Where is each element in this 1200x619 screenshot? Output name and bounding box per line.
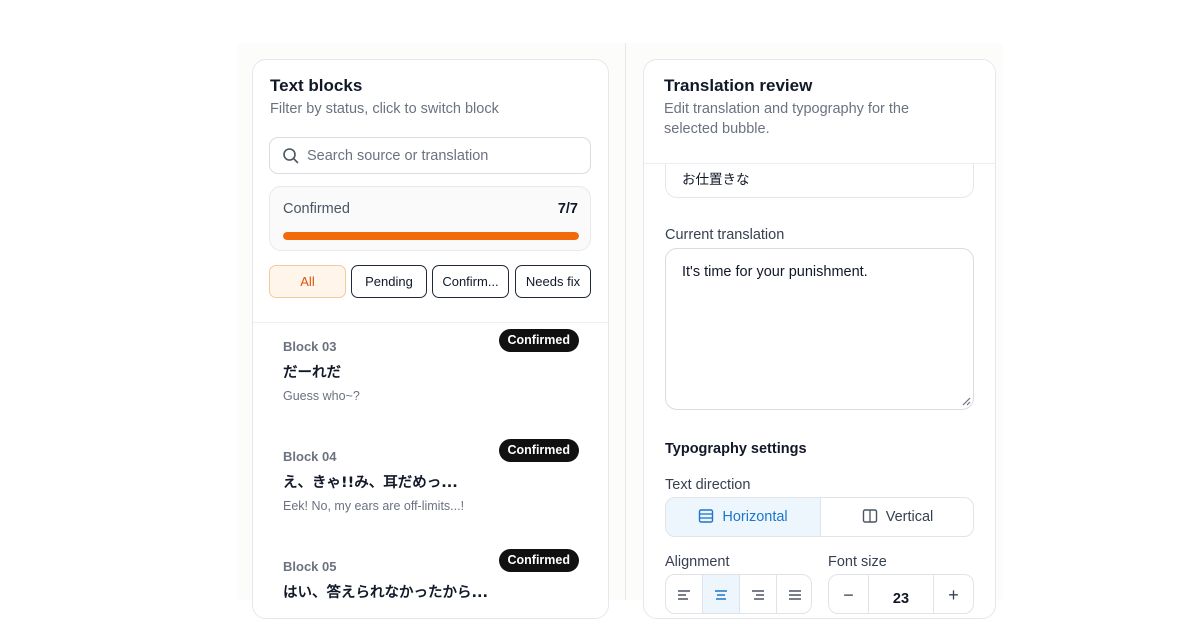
list-separator xyxy=(253,322,608,323)
text-direction-toggle: Horizontal Vertical xyxy=(665,497,974,537)
block-number: Block 04 xyxy=(283,449,337,464)
panel-title: Text blocks xyxy=(270,76,363,95)
block-list-item[interactable]: Block 05 Confirmed はい、答えられなかったから... xyxy=(283,549,579,618)
direction-horizontal-button[interactable]: Horizontal xyxy=(666,498,820,536)
block-translation-text: Guess who~? xyxy=(283,389,360,403)
font-size-stepper: − 23 + xyxy=(828,574,974,614)
block-number: Block 05 xyxy=(283,559,337,574)
typography-settings-title: Typography settings xyxy=(665,441,807,457)
search-box xyxy=(269,137,591,174)
direction-horizontal-label: Horizontal xyxy=(722,509,788,525)
block-list-item[interactable]: Block 04 Confirmed え、きゃ!!み、耳だめっ... Eek! … xyxy=(283,439,579,539)
panel-title: Translation review xyxy=(664,76,813,95)
status-filters: All Pending Confirm... Needs fix xyxy=(269,265,593,298)
translation-textarea[interactable] xyxy=(665,248,974,410)
status-badge: Confirmed xyxy=(498,549,579,572)
block-source-text: だーれだ xyxy=(283,365,341,381)
current-translation-label: Current translation xyxy=(665,227,785,243)
direction-vertical-button[interactable]: Vertical xyxy=(820,498,973,536)
align-left-icon xyxy=(678,590,690,600)
status-badge: Confirmed xyxy=(498,439,579,462)
vertical-text-icon xyxy=(862,509,877,523)
panel-header: Translation review Edit translation and … xyxy=(644,60,995,163)
panel-subtitle: Filter by status, click to switch block xyxy=(270,101,499,117)
status-badge: Confirmed xyxy=(498,329,579,352)
panel-subtitle-line-2: selected bubble. xyxy=(664,121,770,137)
source-text: お仕置きな xyxy=(682,172,750,188)
align-center-icon xyxy=(715,590,727,600)
alignment-toggle xyxy=(665,574,812,614)
align-center-button[interactable] xyxy=(703,575,740,613)
progress-card: Confirmed 7/7 xyxy=(269,186,591,251)
block-translation-text: Eek! No, my ears are off-limits...! xyxy=(283,499,465,513)
text-blocks-panel: Text blocks Filter by status, click to s… xyxy=(252,59,609,619)
align-justify-button[interactable] xyxy=(777,575,811,613)
block-number: Block 03 xyxy=(283,339,337,354)
progress-bar-fill xyxy=(283,232,579,240)
progress-bar xyxy=(283,232,579,240)
translation-review-panel: お仕置きな Translation review Edit translatio… xyxy=(643,59,996,619)
font-size-decrease-button[interactable]: − xyxy=(829,575,869,613)
progress-label: Confirmed xyxy=(283,201,350,217)
align-justify-icon xyxy=(789,590,801,600)
filter-confirmed-button[interactable]: Confirm... xyxy=(432,265,509,298)
panel-divider[interactable] xyxy=(625,43,626,600)
text-direction-label: Text direction xyxy=(665,477,751,493)
search-input[interactable] xyxy=(307,145,577,167)
font-size-increase-button[interactable]: + xyxy=(933,575,973,613)
horizontal-text-icon xyxy=(699,509,714,523)
align-right-button[interactable] xyxy=(740,575,777,613)
filter-all-button[interactable]: All xyxy=(269,265,346,298)
font-size-label: Font size xyxy=(828,554,887,570)
filter-needs-fix-button[interactable]: Needs fix xyxy=(515,265,591,298)
filter-pending-button[interactable]: Pending xyxy=(351,265,427,298)
block-list-item[interactable]: Block 03 Confirmed だーれだ Guess who~? xyxy=(283,329,579,429)
progress-count: 7/7 xyxy=(557,201,578,217)
resize-handle-icon[interactable] xyxy=(961,396,971,406)
alignment-label: Alignment xyxy=(665,554,730,570)
header-separator xyxy=(644,163,995,164)
block-source-text: はい、答えられなかったから... xyxy=(283,585,489,601)
align-left-button[interactable] xyxy=(666,575,703,613)
align-right-icon xyxy=(752,590,764,600)
font-size-value[interactable]: 23 xyxy=(869,575,933,613)
direction-vertical-label: Vertical xyxy=(885,509,934,525)
search-icon xyxy=(283,148,299,164)
panel-subtitle-line-1: Edit translation and typography for the xyxy=(664,101,910,117)
block-source-text: え、きゃ!!み、耳だめっ... xyxy=(283,475,458,491)
